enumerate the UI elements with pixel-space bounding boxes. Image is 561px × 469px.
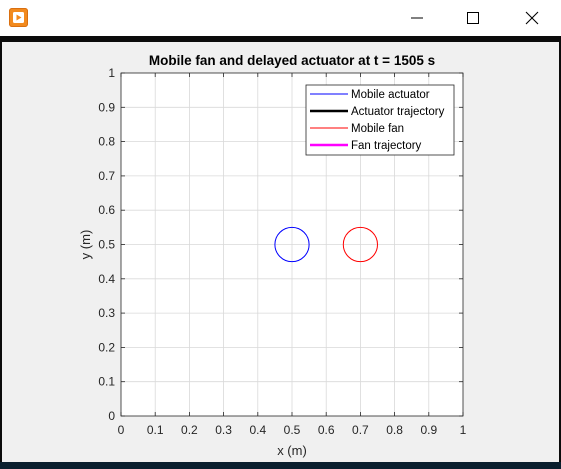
legend[interactable]: Mobile actuator Actuator trajectory Mobile… — [305, 84, 455, 156]
x-tick-label: 0.9 — [420, 423, 437, 437]
figure-window: 0 0.1 0.2 0.3 0.4 0.5 0.6 0.7 0.8 0.9 1 0 0.1 0.2 0.3 0… — [0, 0, 561, 469]
minimize-button[interactable] — [388, 0, 446, 36]
plot-svg: 0 0.1 0.2 0.3 0.4 0.5 0.6 0.7 0.8 0.9 1 0 0.1 0.2 0.3 0… — [78, 53, 467, 458]
x-tick-label: 0 — [118, 423, 125, 437]
bottom-border — [0, 462, 561, 469]
y-tick-label: 1 — [108, 66, 115, 80]
legend-label-mobile-fan: Mobile fan — [351, 123, 404, 135]
figure-canvas: 0 0.1 0.2 0.3 0.4 0.5 0.6 0.7 0.8 0.9 1 0 0.1 0.2 0.3 0… — [0, 42, 561, 462]
y-tick-label: 0.6 — [98, 203, 115, 217]
chart-title: Mobile fan and delayed actuator at t = 1… — [149, 53, 435, 68]
x-tick-label: 0.2 — [181, 423, 198, 437]
legend-label-actuator-trajectory: Actuator trajectory — [351, 106, 445, 118]
x-tick-label: 0.6 — [318, 423, 335, 437]
matlab-figure-icon — [9, 8, 28, 27]
maximize-button[interactable] — [444, 0, 502, 36]
x-tick-label: 0.4 — [249, 423, 266, 437]
x-tick-label: 1 — [460, 423, 467, 437]
x-axis-label: x (m) — [277, 443, 307, 458]
y-axis-label: y (m) — [78, 230, 93, 260]
title-bar[interactable] — [0, 0, 561, 36]
legend-label-mobile-actuator: Mobile actuator — [351, 89, 430, 101]
minimize-icon — [411, 17, 423, 19]
y-tick-label: 0.3 — [98, 306, 115, 320]
maximize-icon — [467, 12, 479, 24]
x-tick-label: 0.5 — [284, 423, 301, 437]
y-tick-label: 0.8 — [98, 135, 115, 149]
y-tick-label: 0 — [108, 409, 115, 423]
y-tick-label: 0.1 — [98, 375, 115, 389]
x-tick-label: 0.3 — [215, 423, 232, 437]
close-icon — [525, 11, 539, 25]
y-tick-label: 0.5 — [98, 238, 115, 252]
y-tick-label: 0.9 — [98, 100, 115, 114]
close-button[interactable] — [503, 0, 561, 36]
x-tick-label: 0.7 — [352, 423, 369, 437]
y-tick-label: 0.7 — [98, 169, 115, 183]
y-tick-label: 0.2 — [98, 340, 115, 354]
x-tick-label: 0.1 — [147, 423, 164, 437]
y-tick-label: 0.4 — [98, 272, 115, 286]
legend-label-fan-trajectory: Fan trajectory — [351, 140, 422, 152]
x-tick-label: 0.8 — [386, 423, 403, 437]
